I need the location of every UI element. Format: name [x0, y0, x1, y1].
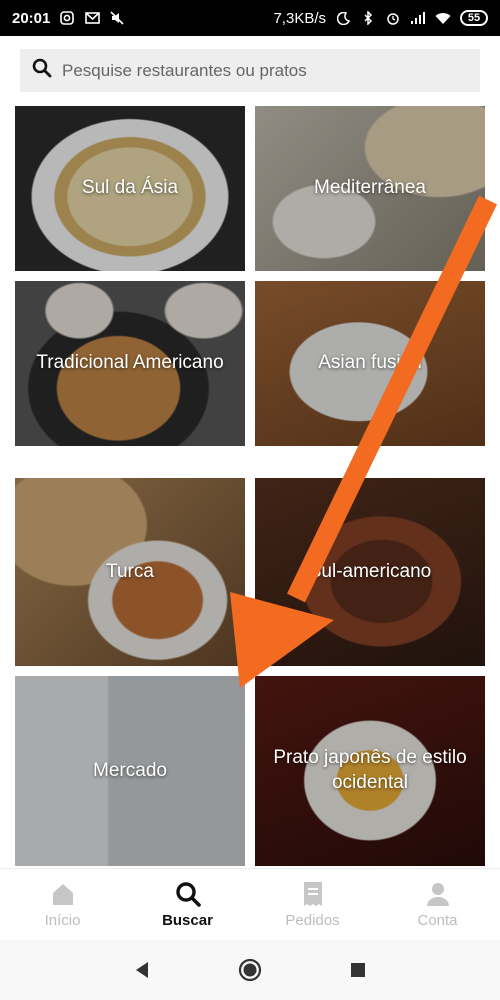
alarm-icon — [385, 10, 401, 26]
status-left: 20:01 — [12, 10, 125, 27]
category-tile-tradicional-americano[interactable]: Tradicional Americano — [15, 281, 245, 446]
category-tile-sul-americano[interactable]: Sul-americano — [255, 478, 485, 666]
network-speed: 7,3KB/s — [273, 9, 326, 27]
tab-pedidos[interactable]: Pedidos — [250, 869, 375, 940]
back-icon[interactable] — [128, 956, 156, 984]
system-nav-bar — [0, 940, 500, 1000]
search-icon — [32, 58, 52, 83]
category-tile-prato-japones[interactable]: Prato japonês de estilo ocidental — [255, 676, 485, 866]
tab-buscar[interactable]: Buscar — [125, 869, 250, 940]
category-tile-mediterranea[interactable]: Mediterrânea — [255, 106, 485, 271]
receipt-icon — [299, 880, 327, 908]
instagram-icon — [59, 10, 75, 26]
category-label: Turca — [106, 560, 154, 582]
category-label: Mercado — [93, 759, 167, 781]
search-input[interactable] — [62, 60, 462, 81]
category-tile-sul-da-asia[interactable]: Sul da Ásia — [15, 106, 245, 271]
search-bar[interactable] — [20, 49, 480, 92]
mute-icon — [109, 10, 125, 26]
category-label: Asian fusion — [318, 352, 422, 374]
category-label: Tradicional Americano — [36, 352, 224, 374]
wifi-icon — [435, 10, 451, 26]
home-icon — [49, 880, 77, 908]
tab-inicio[interactable]: Início — [0, 869, 125, 940]
category-tile-mercado[interactable]: Mercado — [15, 676, 245, 866]
tab-label: Buscar — [162, 912, 213, 929]
search-icon — [174, 880, 202, 908]
person-icon — [424, 880, 452, 908]
status-right: 7,3KB/s 55 — [273, 10, 488, 27]
category-label: Prato japonês de estilo ocidental — [273, 747, 467, 793]
battery-indicator: 55 — [460, 10, 488, 26]
tab-label: Pedidos — [285, 912, 340, 929]
category-tile-asian-fusion[interactable]: Asian fusion — [255, 281, 485, 446]
category-grid: Sul da Ásia Mediterrânea Tradicional Ame… — [15, 106, 485, 866]
category-tile-turca[interactable]: Turca — [15, 478, 245, 666]
category-label: Sul da Ásia — [81, 177, 179, 199]
signal-icon — [410, 10, 426, 26]
recents-icon[interactable] — [344, 956, 372, 984]
tab-label: Início — [44, 912, 81, 929]
home-button-icon[interactable] — [236, 956, 264, 984]
bottom-tab-bar: Início Buscar Pedidos Conta — [0, 868, 500, 940]
bluetooth-icon — [360, 10, 376, 26]
category-label: Sul-americano — [308, 560, 432, 582]
status-bar: 20:01 7,3KB/s 55 — [0, 0, 500, 36]
tab-label: Conta — [417, 912, 458, 929]
category-label: Mediterrânea — [314, 177, 426, 199]
status-time: 20:01 — [12, 9, 51, 27]
moon-icon — [335, 10, 351, 26]
tab-conta[interactable]: Conta — [375, 869, 500, 940]
gmail-icon — [84, 10, 100, 26]
